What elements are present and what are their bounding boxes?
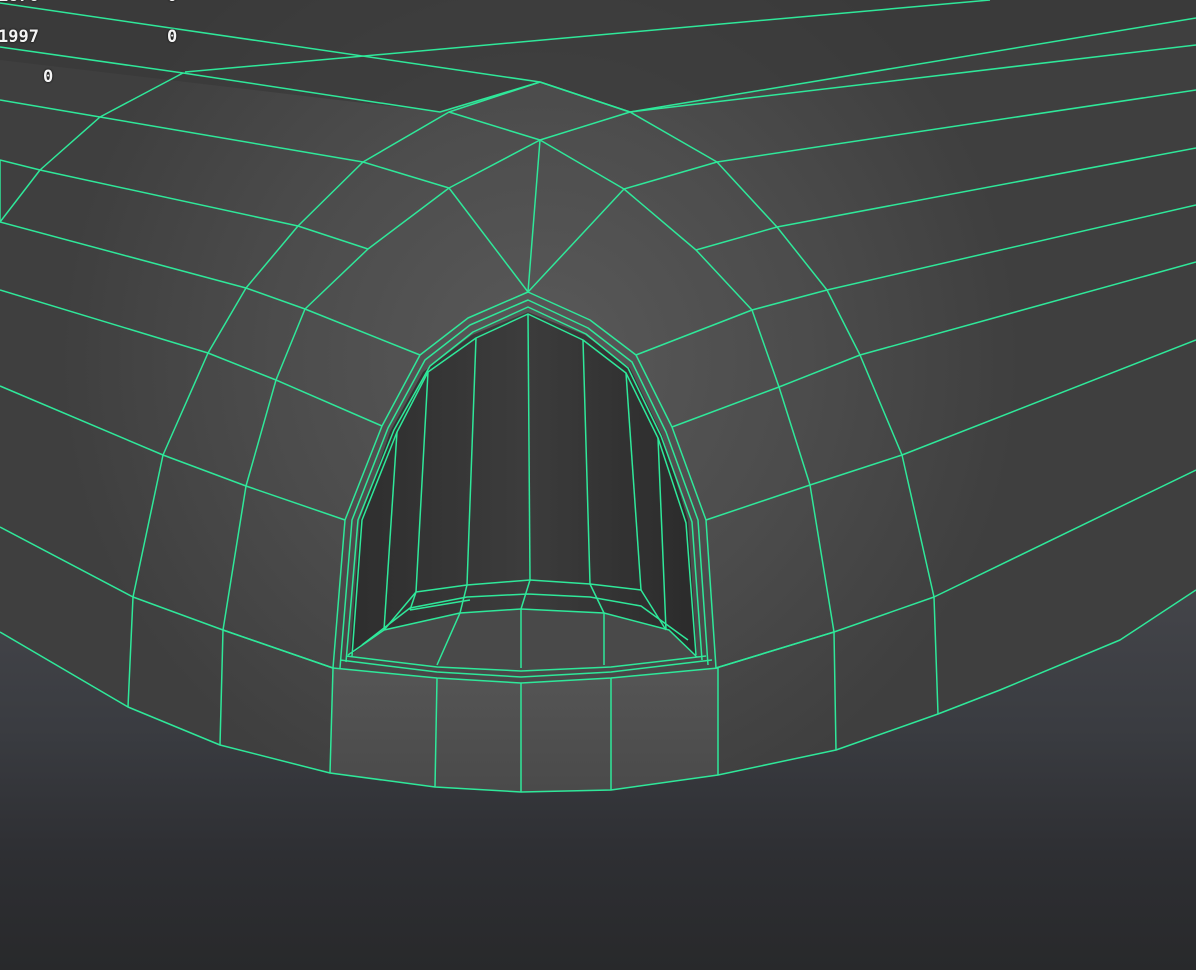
hud-value: 0 [43,67,54,87]
mesh-wireframe [0,0,1196,793]
hud-label: 1997 [0,27,39,47]
hud-overlay: 1876 0 1997 0 0 [0,0,240,100]
hud-label: 1876 [0,0,39,6]
hud-value: 0 [167,27,178,47]
3d-viewport[interactable]: 1876 0 1997 0 0 [0,0,1196,970]
front-lip [330,668,718,792]
hud-value: 0 [167,0,177,6]
